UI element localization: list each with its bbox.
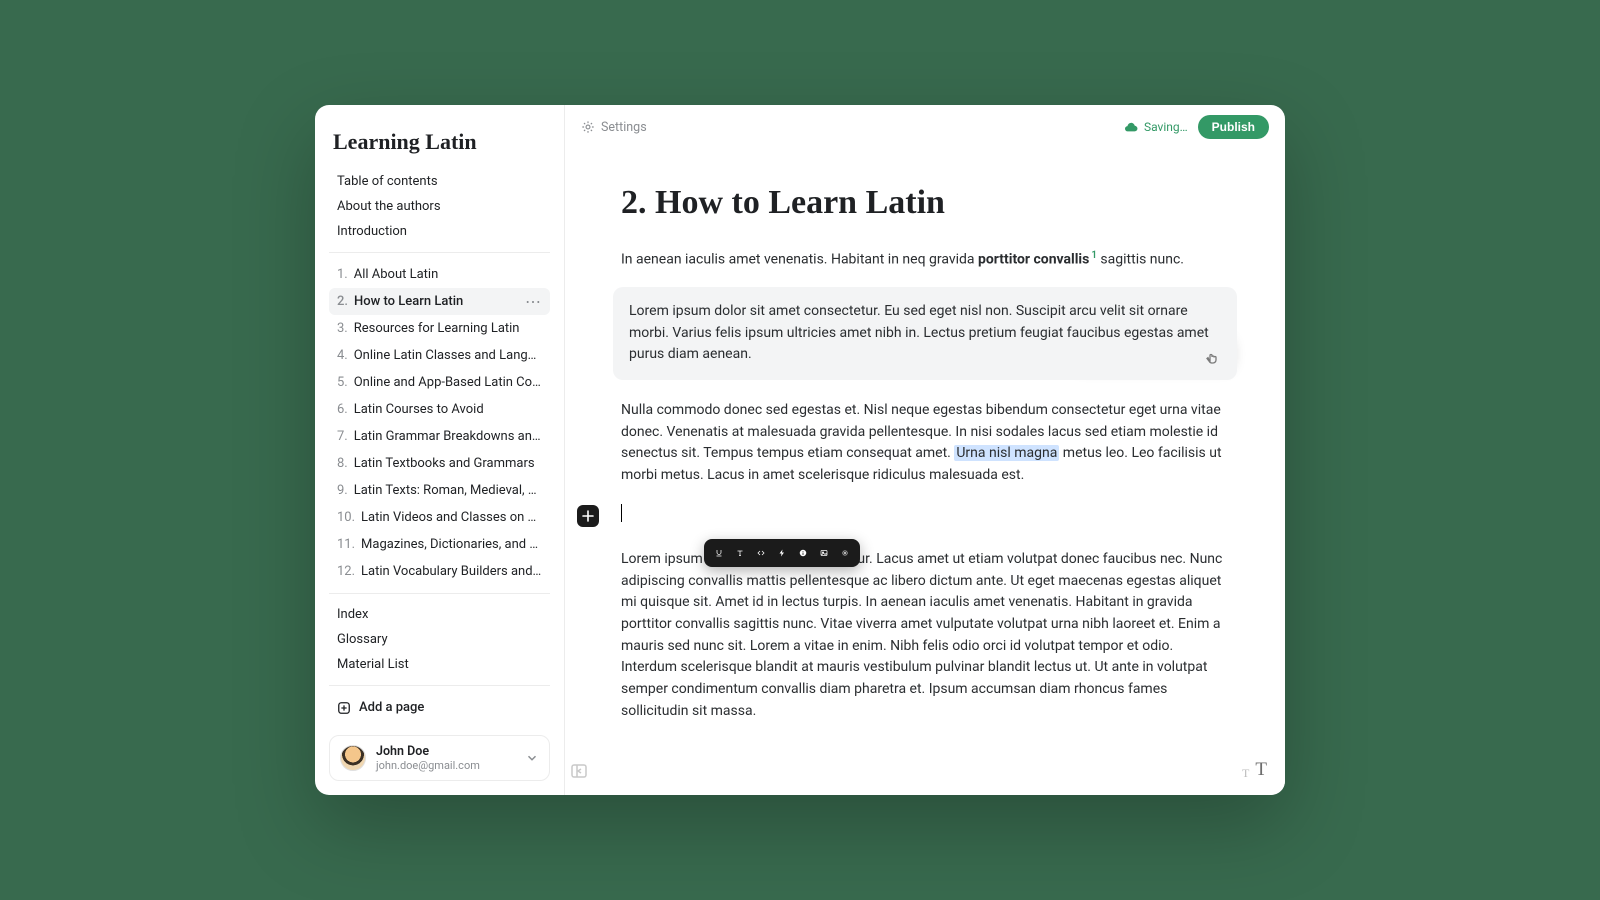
gear-icon [581,120,595,134]
chapter-label: Online Latin Classes and Language Exchan… [354,348,542,363]
chapter-number: 12. [337,564,355,579]
publish-button[interactable]: Publish [1198,115,1269,139]
divider [329,252,550,253]
chapter-number: 10. [337,510,355,525]
chapter-label: Latin Grammar Breakdowns and Guides [354,429,542,444]
chapter-label: Magazines, Dictionaries, and Other Resou… [361,537,542,552]
plus-square-icon [337,701,351,715]
chapter-number: 5. [337,375,348,390]
user-name: John Doe [376,744,480,759]
chapter-item[interactable]: 4. Online Latin Classes and Language Exch… [329,342,550,369]
text-size-toggle[interactable]: T T [1242,759,1267,781]
chapter-item[interactable]: 9. Latin Texts: Roman, Medieval, and Mode… [329,477,550,504]
save-status: Saving… [1124,120,1188,134]
chapter-number: 1. [337,267,348,282]
page-title: 2. How to Learn Latin [621,177,1229,230]
panel-collapse-icon [569,761,589,781]
chapter-label: How to Learn Latin [354,294,463,309]
chapter-item[interactable]: 10.Latin Videos and Classes on YouTube⋯ [329,504,550,531]
toolbar-info[interactable] [793,543,813,563]
plus-icon [582,510,594,522]
inline-toolbar [704,539,860,567]
gear-icon [841,546,849,560]
chapter-label: Latin Videos and Classes on YouTube [361,510,542,525]
chapter-item[interactable]: 7.Latin Grammar Breakdowns and Guides⋯ [329,423,550,450]
scroll-fade [565,725,1285,795]
chapter-number: 9. [337,483,348,498]
text-size-small[interactable]: T [1242,766,1249,781]
chapter-number: 6. [337,402,348,417]
user-account-button[interactable]: John Doe john.doe@gmail.com [329,735,550,781]
chevron-down-icon [525,751,539,765]
chapter-number: 2. [337,294,348,309]
chapter-label: Latin Texts: Roman, Medieval, and Modern… [354,483,542,498]
toolbar-bolt[interactable] [772,543,792,563]
sidebar-link-index[interactable]: Index [329,602,550,627]
avatar [340,745,366,771]
chapter-item[interactable]: 11. Magazines, Dictionaries, and Other Re… [329,531,550,558]
chapter-number: 4. [337,348,348,363]
chapter-label: Latin Textbooks and Grammars [354,456,535,471]
user-email: john.doe@gmail.com [376,759,480,772]
chapter-item[interactable]: 8.Latin Textbooks and Grammars⋯ [329,450,550,477]
intro-paragraph[interactable]: In aenean iaculis amet venenatis. Habita… [621,248,1229,271]
sidebar-back-group: Index Glossary Material List [329,602,550,677]
toolbar-image[interactable] [814,543,834,563]
sidebar-link-toc[interactable]: Table of contents [329,169,550,194]
editor-content[interactable]: 2. How to Learn Latin In aenean iaculis … [565,149,1285,795]
type-icon [736,546,744,560]
chapter-number: 7. [337,429,348,444]
chapter-number: 11. [337,537,355,552]
underline-icon [715,546,723,560]
sidebar: Learning Latin Table of contents About t… [315,105,565,795]
cloud-icon [1124,120,1138,134]
chapter-item[interactable]: 6.Latin Courses to Avoid⋯ [329,396,550,423]
topbar: Settings Saving… Publish [565,105,1285,149]
toolbar-gear[interactable] [835,543,855,563]
chapter-item[interactable]: 3.Resources for Learning Latin⋯ [329,315,550,342]
sidebar-front-group: Table of contents About the authors Intr… [329,169,550,244]
text-caret [621,504,622,522]
chapter-number: 3. [337,321,348,336]
callout-block[interactable]: Lorem ipsum dolor sit amet consectetur. … [613,287,1237,380]
sidebar-link-authors[interactable]: About the authors [329,194,550,219]
pointer-cursor-icon [1203,348,1219,372]
footnote-ref[interactable]: 1 [1089,250,1097,261]
chapter-label: All About Latin [354,267,439,282]
chapter-label: Resources for Learning Latin [354,321,520,336]
toolbar-underline[interactable] [709,543,729,563]
body-paragraph[interactable]: Lorem ipsum dolor sit amet consectetur. … [621,549,1229,723]
collapse-sidebar-button[interactable] [569,761,589,785]
code-icon [757,546,765,560]
chapter-item[interactable]: 12. Latin Vocabulary Builders and Word Ga… [329,558,550,585]
bolt-icon [778,546,786,560]
divider [329,685,550,686]
app-title: Learning Latin [333,129,546,155]
sidebar-link-intro[interactable]: Introduction [329,219,550,244]
chapter-label: Latin Vocabulary Builders and Word Games [361,564,542,579]
chapter-item[interactable]: 5.Online and App-Based Latin Courses⋯ [329,369,550,396]
image-icon [820,546,828,560]
chapter-label: Online and App-Based Latin Courses [354,375,542,390]
settings-button[interactable]: Settings [581,120,647,135]
insert-block-button[interactable] [577,505,599,527]
sidebar-link-material[interactable]: Material List [329,652,550,677]
chapter-list: 1.All About Latin⋯2.How to Learn Latin⋯3… [329,261,550,585]
toolbar-code[interactable] [751,543,771,563]
toolbar-type[interactable] [730,543,750,563]
main-area: Settings Saving… Publish 2. How to Learn… [565,105,1285,795]
app-window: Learning Latin Table of contents About t… [315,105,1285,795]
chapter-item[interactable]: 1.All About Latin⋯ [329,261,550,288]
divider [329,593,550,594]
chapter-label: Latin Courses to Avoid [354,402,484,417]
text-size-large[interactable]: T [1255,759,1267,781]
info-icon [799,546,807,560]
add-page-button[interactable]: Add a page [329,694,550,721]
chapter-number: 8. [337,456,348,471]
sidebar-link-glossary[interactable]: Glossary [329,627,550,652]
text-selection: Urna nisl magna [954,445,1059,461]
chapter-item[interactable]: 2.How to Learn Latin⋯ [329,288,550,315]
body-paragraph[interactable]: Nulla commodo donec sed egestas et. Nisl… [621,400,1229,487]
